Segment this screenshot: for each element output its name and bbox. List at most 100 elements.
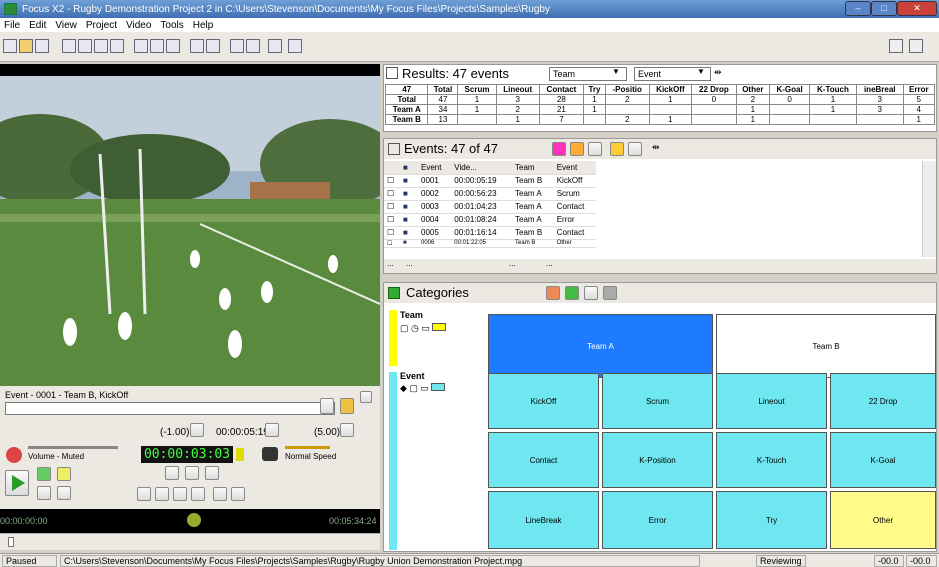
camera-icon[interactable]: ■ [400, 239, 418, 248]
chart-icon[interactable] [190, 39, 204, 53]
skip-icon[interactable] [205, 466, 219, 480]
category-error[interactable]: Error [602, 491, 713, 549]
camera-icon[interactable]: ■ [400, 200, 418, 214]
image-icon[interactable] [206, 39, 220, 53]
info-icon[interactable] [909, 39, 923, 53]
edit-icon[interactable] [288, 39, 302, 53]
cell[interactable]: 1 [457, 94, 497, 105]
toolbar-icon-3[interactable] [94, 39, 108, 53]
cell[interactable]: 1 [808, 104, 857, 115]
video-player[interactable] [0, 64, 380, 386]
cell[interactable]: 1 [457, 104, 497, 115]
cell[interactable] [769, 114, 810, 125]
cell[interactable]: 2 [735, 94, 771, 105]
category-k-goal[interactable]: K-Goal [830, 432, 936, 488]
cell[interactable]: 2 [495, 104, 540, 115]
tag-icon[interactable] [230, 39, 244, 53]
row-checkbox[interactable]: ☐ [384, 187, 400, 201]
cell[interactable] [583, 114, 606, 125]
events-scrollbar[interactable] [922, 161, 936, 257]
menu-video[interactable]: Video [126, 20, 151, 31]
category-other[interactable]: Other [830, 491, 936, 549]
next-event-button[interactable] [231, 487, 245, 501]
col-event-type[interactable]: Event [553, 161, 596, 175]
set-end-button[interactable] [340, 423, 354, 437]
lock-icon[interactable] [340, 398, 354, 414]
camera-icon[interactable]: ■ [400, 187, 418, 201]
loop-icon[interactable] [185, 466, 199, 480]
col-video[interactable]: Vide... [451, 161, 513, 175]
layout-b-icon[interactable] [565, 286, 579, 300]
event-row[interactable]: ☐ ■ 0004 00:01:08:24 Team A Error [384, 213, 596, 227]
cell[interactable] [691, 114, 737, 125]
category-linebreak[interactable]: LineBreak [488, 491, 599, 549]
cell[interactable]: 1 [735, 104, 771, 115]
event-row[interactable]: ☐ ■ 0003 00:01:04:23 Team A Contact [384, 200, 596, 214]
category-scrum[interactable]: Scrum [602, 373, 713, 429]
cell[interactable]: 1 [583, 94, 606, 105]
row-checkbox[interactable]: ☐ [384, 226, 400, 240]
cell[interactable]: 21 [538, 104, 585, 115]
play-button[interactable] [5, 470, 29, 496]
event-row[interactable]: ☐ ■ 0001 00:00:05:19 Team B KickOff [384, 174, 596, 188]
results-row[interactable]: Team B 13 1 7 2 1 1 1 [384, 114, 936, 125]
category-lineout[interactable]: Lineout [716, 373, 827, 429]
sync-icon[interactable] [265, 423, 279, 437]
camera-icon[interactable]: ■ [400, 226, 418, 240]
cell[interactable]: 5 [902, 94, 936, 105]
cell[interactable]: 1 [735, 114, 771, 125]
menu-file[interactable]: File [4, 20, 20, 31]
row-checkbox[interactable]: ☐ [384, 239, 400, 248]
snapshot-icon[interactable] [165, 466, 179, 480]
new-icon[interactable] [3, 39, 17, 53]
marker-icon[interactable] [246, 39, 260, 53]
cell[interactable] [769, 104, 810, 115]
cell[interactable] [691, 104, 737, 115]
maximize-button[interactable]: □ [871, 1, 897, 16]
cell[interactable]: 3 [495, 94, 540, 105]
cell[interactable]: 3 [855, 94, 904, 105]
step-forward-button[interactable] [191, 487, 205, 501]
close-button[interactable]: ✕ [897, 1, 937, 16]
cell[interactable]: 1 [648, 114, 693, 125]
results-row[interactable]: Total 47 1 3 28 1 2 1 0 2 0 1 3 5 [384, 94, 936, 105]
layout-icon[interactable] [610, 142, 624, 156]
category-contact[interactable]: Contact [488, 432, 599, 488]
capture-icon[interactable] [37, 467, 51, 481]
cell[interactable]: 0 [769, 94, 810, 105]
settings-icon[interactable] [588, 142, 602, 156]
camera-icon[interactable]: ■ [400, 213, 418, 227]
results-row[interactable]: Team A 34 1 2 21 1 1 1 3 4 [384, 104, 936, 115]
volume-muted-icon[interactable] [6, 447, 22, 463]
cell[interactable]: 3 [855, 104, 904, 115]
help-icon[interactable] [889, 39, 903, 53]
cell[interactable]: 4 [902, 104, 936, 115]
note-icon[interactable] [320, 398, 334, 414]
cell[interactable]: 34 [427, 104, 459, 115]
team-group-tools[interactable]: ▢ ◷ ▭ [400, 323, 474, 337]
event-group-tools[interactable]: ◆ ▢ ▭ [400, 383, 480, 397]
menu-help[interactable]: Help [193, 20, 214, 31]
minimize-button[interactable]: – [845, 1, 871, 16]
cell[interactable]: 2 [604, 94, 650, 105]
toolbar-icon-4[interactable] [110, 39, 124, 53]
zoom-icon[interactable] [57, 486, 71, 500]
cell[interactable]: 0 [691, 94, 737, 105]
event-row[interactable]: ☐ ■ 0006 00:01:22:05 Team B Other [384, 239, 596, 248]
category-k-position[interactable]: K-Position [602, 432, 713, 488]
save-icon[interactable] [35, 39, 49, 53]
cell[interactable] [855, 114, 904, 125]
cell[interactable] [457, 114, 497, 125]
cell[interactable] [604, 104, 650, 115]
cell[interactable]: 2 [604, 114, 650, 125]
step-back-button[interactable] [173, 487, 187, 501]
table-icon[interactable] [150, 39, 164, 53]
filter-tag-icon[interactable] [552, 142, 566, 156]
col-team[interactable]: Team [512, 161, 554, 175]
cell[interactable]: 1 [808, 94, 857, 105]
row-checkbox[interactable]: ☐ [384, 213, 400, 227]
category-kickoff[interactable]: KickOff [488, 373, 599, 429]
layout-d-icon[interactable] [603, 286, 617, 300]
swap-icon[interactable]: ⇹ [652, 142, 660, 153]
cell[interactable]: 28 [538, 94, 585, 105]
